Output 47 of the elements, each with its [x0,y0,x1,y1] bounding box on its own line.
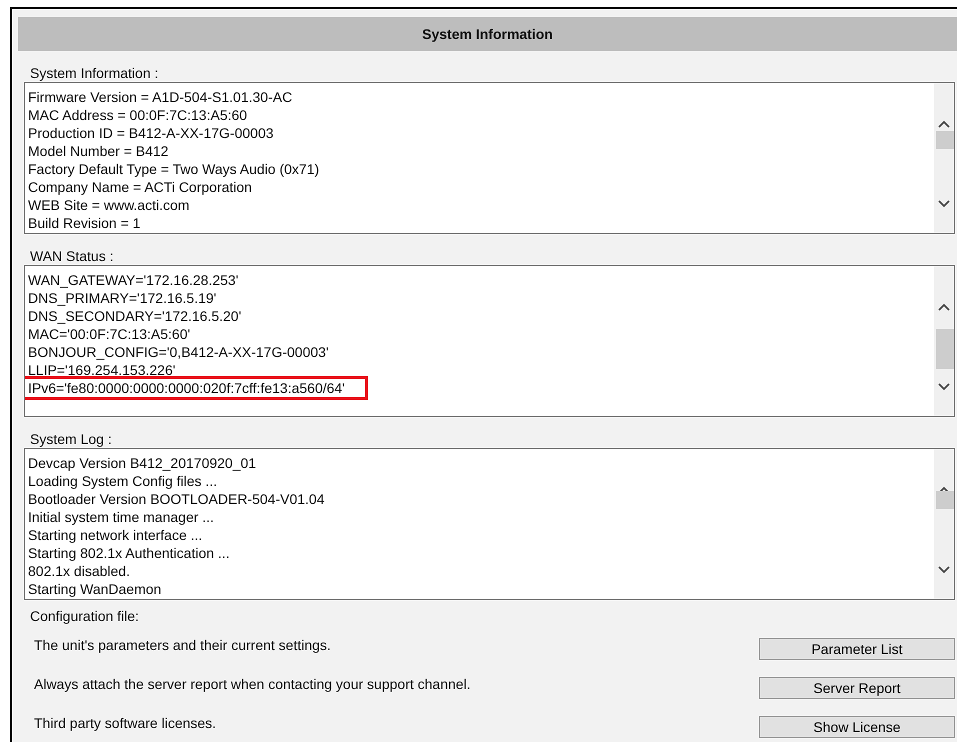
text-line: Loading System Config files ... [28,472,218,490]
text-line: Company Name = ACTi Corporation [28,178,253,196]
text-line: MAC='00:0F:7C:13:A5:60' [28,325,192,343]
action-button[interactable]: Show License [759,716,955,738]
section-label: System Log : [29,430,113,448]
section-label: WAN Status : [29,247,115,265]
text-area[interactable] [24,448,955,600]
text-line: 802.1x disabled. [28,562,131,580]
text-line: DNS_PRIMARY='172.16.5.19' [28,289,218,307]
scroll-up-icon[interactable] [937,302,951,312]
section-label: System Information : [29,64,160,82]
text-line: WAN_GATEWAY='172.16.28.253' [28,271,240,289]
panel-title: System Information [18,17,957,51]
text-line: Production ID = B412-A-XX-17G-00003 [28,124,275,142]
scroll-up-icon[interactable] [937,119,951,129]
action-button[interactable]: Parameter List [759,638,955,660]
text-line: Firmware Version = A1D-504-S1.01.30-AC [28,88,294,106]
text-line: Starting WanDaemon [28,580,162,598]
text-line: Factory Default Type = Two Ways Audio (0x71) [28,160,320,178]
text-line: Bootloader Version BOOTLOADER-504-V01.04 [28,490,326,508]
text-area[interactable] [24,265,955,417]
scroll-thumb[interactable] [936,329,954,369]
text-area[interactable] [24,82,955,234]
description-text: Always attach the server report when contacting your support channel. [34,676,471,692]
scroll-thumb[interactable] [936,491,954,509]
action-button[interactable]: Server Report [759,676,955,698]
section-label: Configuration file: [29,607,140,625]
text-line: MAC Address = 00:0F:7C:13:A5:60 [28,106,248,124]
text-line: Starting 802.1x Authentication ... [28,544,231,562]
text-line: WEB Site = www.acti.com [28,196,190,214]
scroll-down-icon[interactable] [937,198,951,208]
text-line: Initial system time manager ... [28,508,215,526]
scroll-thumb[interactable] [936,131,954,149]
text-line: Starting network interface ... [28,526,204,544]
scroll-down-icon[interactable] [937,564,951,574]
scroll-down-icon[interactable] [937,382,951,392]
description-text: Third party software licenses. [34,714,216,730]
text-line: Devcap Version B412_20170920_01 [28,454,258,472]
text-line: Model Number = B412 [28,142,170,160]
text-line: Build Revision = 1 [28,214,142,232]
text-line: LLIP='169.254.153.226' [28,361,176,379]
scrollbar[interactable] [934,83,954,233]
scrollbar[interactable] [934,266,954,416]
description-text: The unit's parameters and their current settings. [34,636,331,652]
text-line: BONJOUR_CONFIG='0,B412-A-XX-17G-00003' [28,343,330,361]
text-line: DNS_SECONDARY='172.16.5.20' [28,307,242,325]
scrollbar[interactable] [934,449,954,599]
